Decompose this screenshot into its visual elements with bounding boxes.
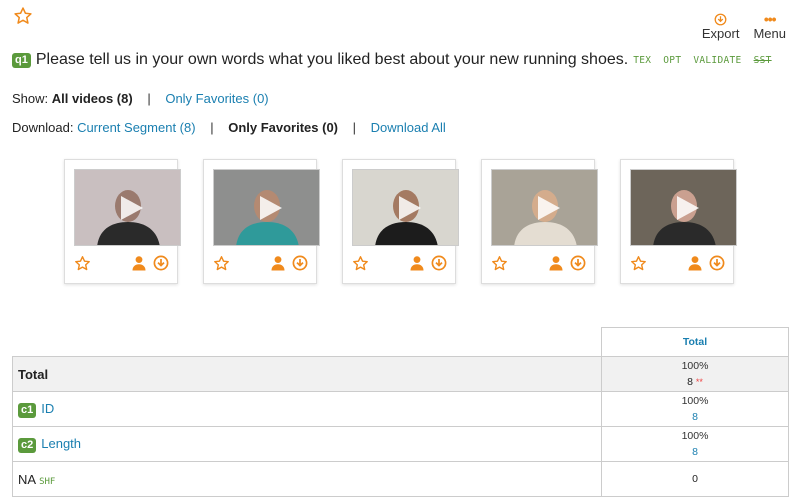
significance-flag: ** bbox=[695, 377, 703, 387]
favorite-star-icon[interactable] bbox=[213, 255, 230, 277]
table-row: NA SHF 0 bbox=[12, 461, 789, 497]
table-row: Total 100% 8 ** bbox=[12, 356, 789, 392]
count-value: 0 bbox=[692, 473, 698, 485]
show-only-favorites-link[interactable]: Only Favorites (0) bbox=[165, 91, 268, 106]
video-thumbnail[interactable] bbox=[213, 169, 320, 246]
download-current-segment-link[interactable]: Current Segment (8) bbox=[77, 120, 196, 135]
download-row: Download: Current Segment (8) | Only Fav… bbox=[12, 120, 446, 135]
percent-value: 100% bbox=[681, 395, 709, 407]
column-header-total[interactable]: Total bbox=[601, 327, 789, 357]
video-card bbox=[64, 159, 181, 284]
question-tags: TEX OPT VALIDATE SST bbox=[633, 55, 777, 66]
row-label-link[interactable]: ID bbox=[41, 401, 54, 416]
favorite-star-icon[interactable] bbox=[491, 255, 508, 277]
export-label: Export bbox=[701, 26, 740, 41]
show-filter-row: Show: All videos (8) | Only Favorites (0… bbox=[12, 91, 269, 106]
export-icon bbox=[714, 12, 727, 26]
show-all-videos: All videos (8) bbox=[51, 91, 133, 106]
play-icon[interactable] bbox=[676, 195, 699, 220]
more-dots-icon: ••• bbox=[763, 11, 777, 27]
show-prefix: Show: bbox=[12, 91, 49, 106]
tag-opt[interactable]: OPT bbox=[663, 55, 681, 66]
question-badge: q1 bbox=[12, 52, 31, 68]
play-icon[interactable] bbox=[398, 195, 421, 220]
question-header: q1 Please tell us in your own words what… bbox=[12, 51, 778, 69]
percent-value: 100% bbox=[681, 360, 709, 372]
row-badge: c2 bbox=[18, 437, 37, 453]
results-table: Total Total 100% 8 ** c1 ID 100% 8 c2 Leng… bbox=[12, 327, 789, 497]
video-gallery bbox=[64, 159, 737, 284]
play-icon[interactable] bbox=[537, 195, 560, 220]
divider: | bbox=[352, 120, 357, 135]
person-icon[interactable] bbox=[687, 255, 703, 276]
tag-validate[interactable]: VALIDATE bbox=[693, 55, 741, 66]
menu-label: Menu bbox=[753, 26, 786, 41]
row-label: Total bbox=[12, 356, 602, 392]
download-prefix: Download: bbox=[12, 120, 74, 135]
top-actions: Export ••• Menu bbox=[702, 12, 786, 41]
row-value: 100% 8 ** bbox=[601, 356, 789, 392]
video-controls bbox=[352, 255, 447, 273]
row-label-cell: c1 ID bbox=[12, 391, 602, 427]
table-row: c2 Length 100% 8 bbox=[12, 426, 789, 462]
person-icon[interactable] bbox=[409, 255, 425, 276]
download-all-link[interactable]: Download All bbox=[371, 120, 446, 135]
question-text: Please tell us in your own words what yo… bbox=[35, 51, 629, 68]
percent-value: 100% bbox=[681, 430, 709, 442]
video-controls bbox=[213, 255, 308, 273]
row-value: 100% 8 bbox=[601, 391, 789, 427]
favorite-star-icon[interactable] bbox=[630, 255, 647, 277]
play-icon[interactable] bbox=[120, 195, 143, 220]
table-corner bbox=[13, 328, 602, 357]
video-card bbox=[620, 159, 737, 284]
favorite-star-icon[interactable] bbox=[74, 255, 91, 277]
video-card bbox=[481, 159, 598, 284]
video-card bbox=[203, 159, 320, 284]
download-icon[interactable] bbox=[709, 255, 725, 276]
count-value: 8 bbox=[687, 376, 693, 388]
row-label-cell: NA SHF bbox=[12, 461, 602, 497]
divider: | bbox=[147, 91, 151, 106]
play-icon[interactable] bbox=[259, 195, 282, 220]
row-label-cell: c2 Length bbox=[12, 426, 602, 462]
divider: | bbox=[210, 120, 214, 135]
download-icon[interactable] bbox=[292, 255, 308, 276]
row-value: 100% 8 bbox=[601, 426, 789, 462]
tag-tex[interactable]: TEX bbox=[633, 55, 651, 66]
video-controls bbox=[74, 255, 169, 273]
table-row: c1 ID 100% 8 bbox=[12, 391, 789, 427]
video-thumbnail[interactable] bbox=[491, 169, 598, 246]
video-thumbnail[interactable] bbox=[352, 169, 459, 246]
row-value: 0 bbox=[601, 461, 789, 497]
person-icon[interactable] bbox=[270, 255, 286, 276]
favorite-star-icon[interactable] bbox=[352, 255, 369, 277]
video-thumbnail[interactable] bbox=[74, 169, 181, 246]
count-link[interactable]: 8 bbox=[692, 446, 698, 458]
video-controls bbox=[491, 255, 586, 273]
row-label-link[interactable]: Length bbox=[41, 436, 81, 451]
row-label: NA bbox=[18, 471, 37, 487]
row-tag[interactable]: SHF bbox=[39, 477, 55, 487]
video-card bbox=[342, 159, 459, 284]
video-thumbnail[interactable] bbox=[630, 169, 737, 246]
count-link[interactable]: 8 bbox=[692, 411, 698, 423]
download-icon[interactable] bbox=[570, 255, 586, 276]
person-icon[interactable] bbox=[548, 255, 564, 276]
video-controls bbox=[630, 255, 725, 273]
download-icon[interactable] bbox=[153, 255, 169, 276]
row-badge: c1 bbox=[18, 402, 37, 418]
person-icon[interactable] bbox=[131, 255, 147, 276]
download-icon[interactable] bbox=[431, 255, 447, 276]
export-button[interactable]: Export bbox=[701, 12, 740, 41]
tag-sst[interactable]: SST bbox=[754, 55, 772, 66]
favorite-star-icon[interactable] bbox=[13, 6, 33, 26]
menu-button[interactable]: ••• Menu bbox=[753, 12, 786, 41]
download-only-favorites: Only Favorites (0) bbox=[228, 120, 339, 135]
